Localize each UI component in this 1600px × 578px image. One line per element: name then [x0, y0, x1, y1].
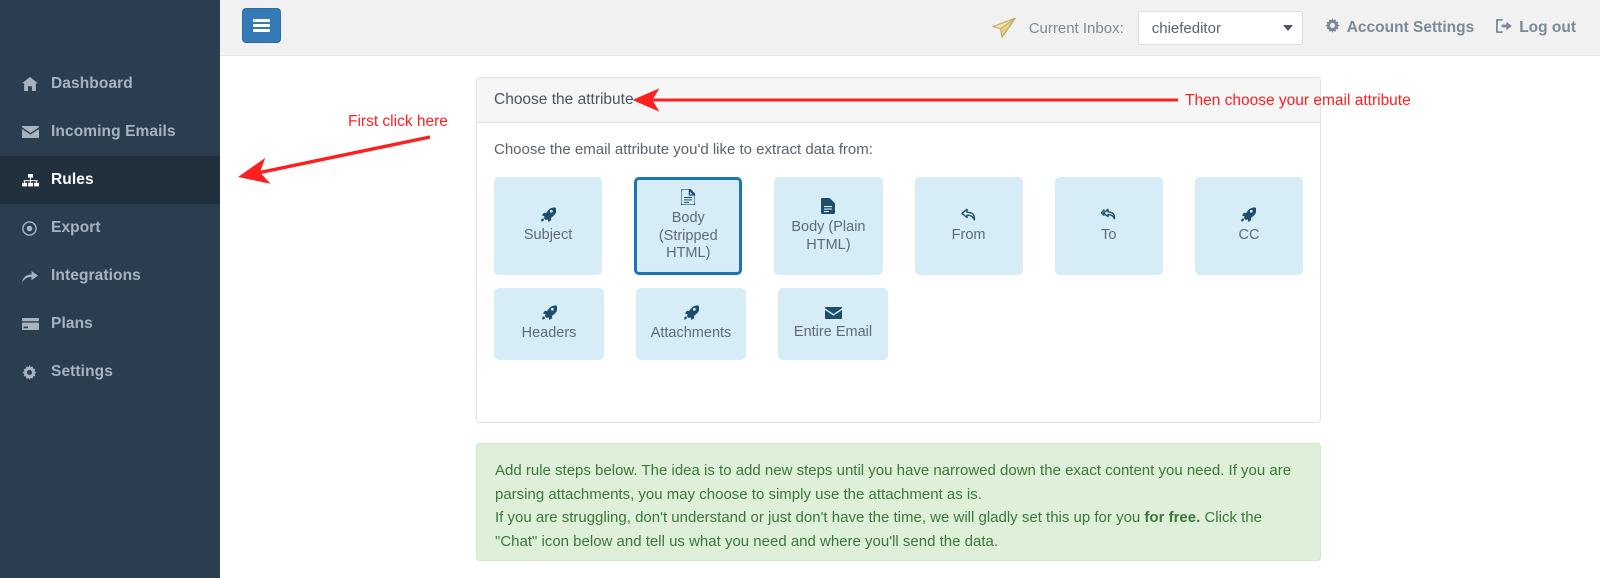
- logout-label: Log out: [1519, 19, 1576, 36]
- sidebar-item-label: Settings: [51, 363, 113, 380]
- annotation-then-choose: Then choose your email attribute: [1185, 92, 1411, 109]
- attribute-tile-row-1: Subject Body (Stripped HTML) Body (Plain…: [494, 177, 1304, 276]
- sidebar-item-plans[interactable]: Plans: [0, 300, 220, 348]
- rocket-icon: [683, 305, 699, 321]
- current-inbox-select[interactable]: chiefeditor: [1137, 11, 1303, 45]
- attribute-tile-label: Attachments: [650, 325, 732, 342]
- attribute-tile-from[interactable]: From: [914, 177, 1023, 276]
- rocket-icon: [540, 207, 556, 223]
- sidebar-item-integrations[interactable]: Integrations: [0, 252, 220, 300]
- share-arrow-icon: [22, 270, 44, 283]
- attribute-tile-headers[interactable]: Headers: [494, 288, 604, 361]
- sidebar-item-label: Rules: [51, 171, 94, 188]
- sidebar: Dashboard Incoming Emails Rules Export I…: [0, 0, 220, 578]
- attribute-tile-label: Headers: [521, 325, 577, 342]
- annotation-first-click: First click here: [348, 113, 448, 130]
- sidebar-item-settings[interactable]: Settings: [0, 348, 220, 396]
- sign-out-icon: [1496, 18, 1512, 38]
- reply-all-icon: [1100, 208, 1117, 222]
- info-alert: Add rule steps below. The idea is to add…: [476, 443, 1321, 561]
- account-settings-label: Account Settings: [1346, 19, 1475, 36]
- file-alt-icon: [821, 197, 836, 214]
- attribute-tile-label: Body (Plain HTML): [791, 218, 866, 253]
- alert-line-1: Add rule steps below. The idea is to add…: [495, 462, 1292, 503]
- sitemap-icon: [22, 173, 44, 187]
- attribute-tile-label: Body (Stripped HTML): [658, 210, 718, 262]
- topbar: Current Inbox: chiefeditor Account Setti…: [220, 0, 1600, 56]
- envelope-icon: [824, 306, 842, 319]
- current-inbox-label: Current Inbox:: [1028, 19, 1124, 37]
- sidebar-nav: Dashboard Incoming Emails Rules Export I…: [0, 0, 220, 396]
- alert-line-2-part-a: If you are struggling, don't understand …: [495, 509, 1145, 527]
- topbar-right: Current Inbox: chiefeditor Account Setti…: [991, 0, 1576, 56]
- menu-toggle-button[interactable]: [242, 8, 281, 43]
- attribute-tile-attachments[interactable]: Attachments: [636, 288, 746, 361]
- attribute-tile-label: CC: [1238, 227, 1260, 244]
- attribute-tile-label: From: [951, 226, 986, 243]
- attribute-tile-cc[interactable]: CC: [1194, 177, 1304, 276]
- panel-instruction: Choose the email attribute you'd like to…: [494, 141, 873, 158]
- sidebar-item-label: Dashboard: [51, 75, 133, 92]
- panel-body: Choose the email attribute you'd like to…: [477, 123, 1320, 361]
- sidebar-item-incoming-emails[interactable]: Incoming Emails: [0, 108, 220, 156]
- envelope-icon: [22, 126, 44, 138]
- home-icon: [22, 77, 44, 91]
- current-inbox-value: chiefeditor: [1151, 19, 1221, 37]
- sidebar-item-label: Plans: [51, 315, 93, 332]
- attribute-tile-body-stripped-html[interactable]: Body (Stripped HTML): [634, 177, 743, 276]
- alert-line-2: If you are struggling, don't understand …: [495, 506, 1302, 553]
- sidebar-item-label: Incoming Emails: [51, 123, 176, 140]
- chevron-down-icon: [1282, 25, 1293, 31]
- gear-icon: [1325, 18, 1340, 38]
- gear-icon: [22, 364, 44, 380]
- paper-plane-icon: [991, 16, 1017, 40]
- rocket-icon: [541, 305, 557, 321]
- attribute-tile-row-2: Headers Attachments Entire Email: [494, 288, 1303, 361]
- choose-attribute-panel: Choose the attribute Choose the email at…: [476, 77, 1321, 423]
- sidebar-item-label: Export: [51, 219, 101, 236]
- attribute-tile-label: To: [1101, 226, 1117, 243]
- account-settings-link[interactable]: Account Settings: [1325, 18, 1474, 38]
- attribute-tile-entire-email[interactable]: Entire Email: [778, 288, 888, 361]
- app-root: Dashboard Incoming Emails Rules Export I…: [0, 0, 1600, 578]
- logout-link[interactable]: Log out: [1496, 18, 1576, 38]
- reply-icon: [960, 208, 977, 222]
- attribute-tile-label: Entire Email: [793, 323, 873, 340]
- sidebar-item-dashboard[interactable]: Dashboard: [0, 60, 220, 108]
- alert-emphasis: for free.: [1144, 509, 1201, 527]
- sidebar-item-label: Integrations: [51, 267, 141, 284]
- attribute-tile-subject[interactable]: Subject: [494, 177, 603, 276]
- file-icon: [681, 189, 696, 205]
- credit-card-icon: [22, 318, 44, 330]
- dot-circle-icon: [22, 220, 44, 236]
- rocket-icon: [1241, 207, 1257, 223]
- attribute-tile-label: Subject: [523, 227, 573, 244]
- sidebar-item-rules[interactable]: Rules: [0, 156, 220, 204]
- attribute-tile-to[interactable]: To: [1054, 177, 1163, 276]
- attribute-tile-body-plain-html[interactable]: Body (Plain HTML): [774, 177, 883, 276]
- sidebar-item-export[interactable]: Export: [0, 204, 220, 252]
- hamburger-icon: [253, 17, 270, 35]
